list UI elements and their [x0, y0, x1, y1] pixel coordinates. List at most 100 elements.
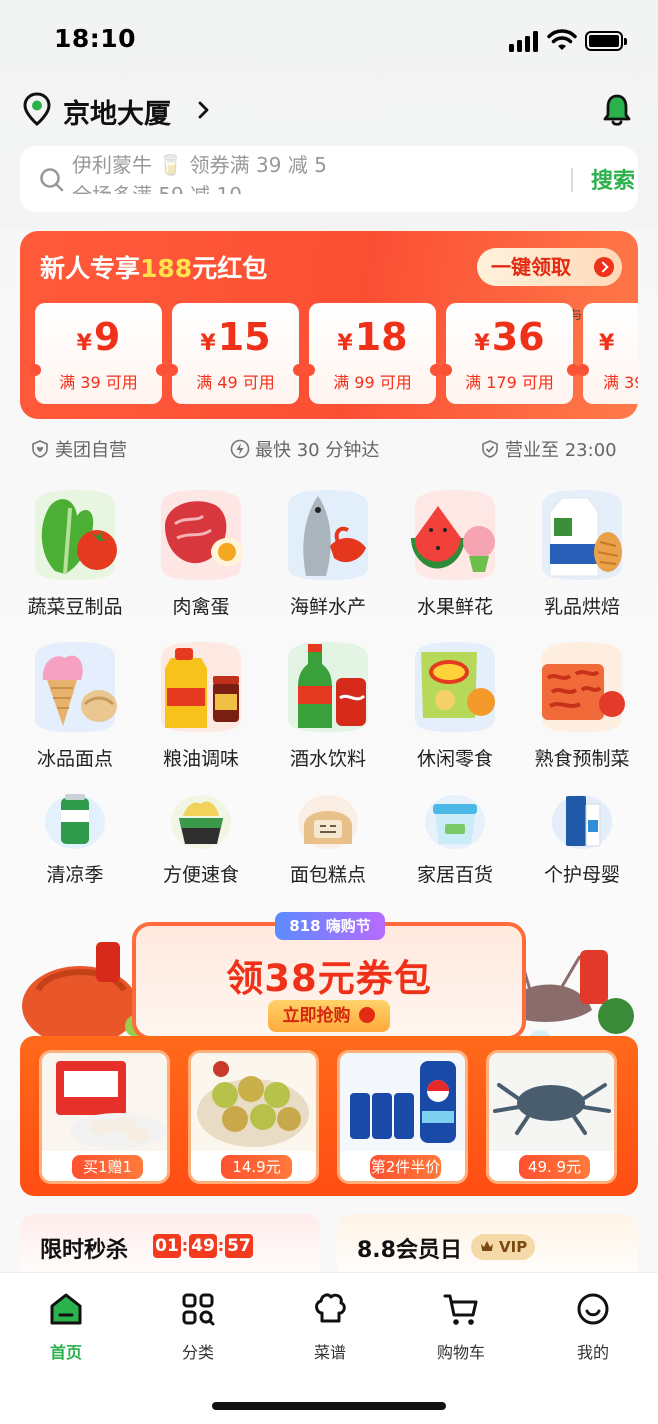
promo-product-card[interactable]: 第2件半价: [337, 1050, 468, 1184]
product-price-tag: 第2件半价: [370, 1155, 441, 1179]
watermelon-icon: [411, 490, 495, 580]
category-label: 熟食预制菜: [534, 748, 630, 770]
service-self-operated: 美团自营: [30, 436, 127, 462]
instant-noodle-icon: [171, 795, 231, 849]
category-label: 休闲零食: [416, 748, 493, 770]
product-price-tag: 14.9元: [221, 1155, 292, 1179]
category-item[interactable]: 个护母婴: [519, 790, 645, 887]
category-label: 粮油调味: [162, 748, 239, 770]
tab-label: 菜谱: [313, 1343, 346, 1362]
category-item[interactable]: 蔬菜豆制品: [12, 486, 138, 619]
coupon-list[interactable]: ¥9 满 39 可用 ¥15 满 49 可用 ¥18 满 99 可用 ¥36 满…: [29, 303, 638, 405]
snacks-icon: [415, 642, 495, 732]
category-item[interactable]: 熟食预制菜: [519, 638, 645, 771]
category-label: 肉禽蛋: [172, 596, 230, 618]
meat-icon: [161, 490, 243, 580]
category-label: 海鲜水产: [289, 596, 366, 618]
category-item[interactable]: 面包糕点: [265, 790, 391, 887]
grab-now-button[interactable]: 立即抢购: [268, 1000, 390, 1032]
promo-product-card[interactable]: 买1赠1: [39, 1050, 170, 1184]
smile-icon: [577, 1293, 609, 1325]
tab-home[interactable]: 首页: [21, 1289, 111, 1363]
chevron-right-icon[interactable]: [193, 98, 213, 122]
category-label: 冰品面点: [36, 748, 113, 770]
tab-label: 分类: [181, 1343, 214, 1362]
category-label: 家居百货: [416, 864, 493, 886]
claim-all-button[interactable]: 一键领取: [477, 248, 622, 286]
new-user-amount: 188: [140, 254, 193, 283]
countdown-seconds: 57: [225, 1234, 253, 1258]
service-hours: 营业至 23:00: [480, 436, 617, 462]
coupon-item[interactable]: ¥9 满 39 可用: [29, 303, 168, 404]
category-item[interactable]: 酒水饮料: [265, 638, 391, 771]
service-fast-delivery: 最快 30 分钟达: [230, 436, 379, 462]
status-bar: 18:10: [0, 0, 658, 84]
category-item[interactable]: 乳品烘焙: [519, 486, 645, 619]
prepared-food-icon: [542, 642, 625, 732]
category-item[interactable]: 肉禽蛋: [138, 486, 264, 619]
new-user-title-prefix: 新人专享: [40, 254, 141, 283]
search-input[interactable]: 伊利蒙牛 🥛 领券满 39 减 5 全场多满 59 减 10: [72, 150, 532, 194]
search-bar[interactable]: 伊利蒙牛 🥛 领券满 39 减 5 全场多满 59 减 10 搜索: [20, 146, 638, 212]
vip-badge: VIP: [471, 1234, 535, 1260]
service-label: 营业至 23:00: [505, 440, 617, 461]
new-user-coupon-card: 新人专享188元红包 一键领取 资质与规则 ¥9 满 39 可用 ¥15 满 4…: [20, 231, 638, 419]
product-price-tag: 49. 9元: [519, 1155, 590, 1179]
category-item[interactable]: 休闲零食: [392, 638, 518, 771]
coupon-item[interactable]: ¥15 满 49 可用: [166, 303, 305, 404]
category-grid: 蔬菜豆制品 肉禽蛋 海鲜水产 水果鲜花 乳品烘焙 冰品面点 粮油调味 酒水饮料 …: [0, 480, 658, 900]
coupon-item[interactable]: ¥ 满 39: [577, 303, 638, 404]
arrow-right-icon: [594, 257, 614, 277]
coupon-condition: 满 39 可用: [59, 373, 138, 392]
coupon-currency: ¥: [474, 331, 490, 356]
bell-icon[interactable]: [600, 92, 634, 128]
location-pin-icon: [23, 92, 51, 126]
category-item[interactable]: 家居百货: [392, 790, 518, 887]
service-row: 美团自营 最快 30 分钟达 营业至 23:00: [30, 432, 630, 462]
promo-product-card[interactable]: 49. 9元: [486, 1050, 617, 1184]
coupon-value: 9: [93, 315, 121, 359]
bread-icon: [298, 795, 358, 849]
location-name[interactable]: 京地大厦: [63, 92, 171, 131]
countdown-minutes: 49: [189, 1234, 217, 1258]
category-label: 酒水饮料: [289, 748, 366, 770]
category-item[interactable]: 海鲜水产: [265, 486, 391, 619]
vegetable-icon: [35, 490, 117, 580]
countdown-hours: 01: [153, 1234, 181, 1258]
cooking-oil-icon: [161, 642, 241, 732]
coupon-currency: ¥: [599, 331, 615, 356]
new-user-title-suffix: 元红包: [192, 254, 268, 283]
search-divider: [571, 168, 573, 192]
lightning-icon: [230, 439, 250, 459]
promo-product-card[interactable]: 14.9元: [188, 1050, 319, 1184]
seafood-icon: [288, 490, 368, 580]
coupon-currency: ¥: [337, 331, 353, 356]
tab-profile[interactable]: 我的: [548, 1289, 638, 1363]
shield-check-icon: [482, 440, 498, 458]
category-item[interactable]: 清凉季: [12, 790, 138, 887]
category-label: 个护母婴: [543, 864, 620, 886]
category-item[interactable]: 粮油调味: [138, 638, 264, 771]
search-button[interactable]: 搜索: [591, 163, 635, 195]
coupon-item[interactable]: ¥36 满 179 可用: [440, 303, 579, 404]
jujube-image: [191, 1053, 316, 1151]
tab-recipes[interactable]: 菜谱: [285, 1289, 375, 1363]
tab-cart[interactable]: 购物车: [416, 1289, 506, 1363]
category-item[interactable]: 冰品面点: [12, 638, 138, 771]
coupon-currency: ¥: [200, 331, 216, 356]
tab-label: 我的: [576, 1343, 609, 1362]
grab-now-label: 立即抢购: [282, 1006, 351, 1026]
category-item[interactable]: 方便速食: [138, 790, 264, 887]
storage-box-icon: [425, 795, 485, 849]
home-indicator: [212, 1402, 446, 1410]
promo-product-panel: 买1赠1 14.9元 第2件半价 49. 9元: [20, 1036, 638, 1196]
ice-cream-icon: [35, 642, 117, 732]
tab-category[interactable]: 分类: [153, 1289, 243, 1363]
category-item[interactable]: 水果鲜花: [392, 486, 518, 619]
coupon-currency: ¥: [76, 331, 92, 356]
coupon-item[interactable]: ¥18 满 99 可用: [303, 303, 442, 404]
search-icon: [40, 168, 64, 192]
category-label: 方便速食: [162, 864, 239, 886]
search-hint-1: 伊利蒙牛 🥛 领券满 39 减 5: [72, 153, 327, 177]
promo-818-section: 818 嗨购节 领38元券包 立即抢购 买1赠1 14.9元 第2件半价 49.…: [20, 912, 638, 1202]
